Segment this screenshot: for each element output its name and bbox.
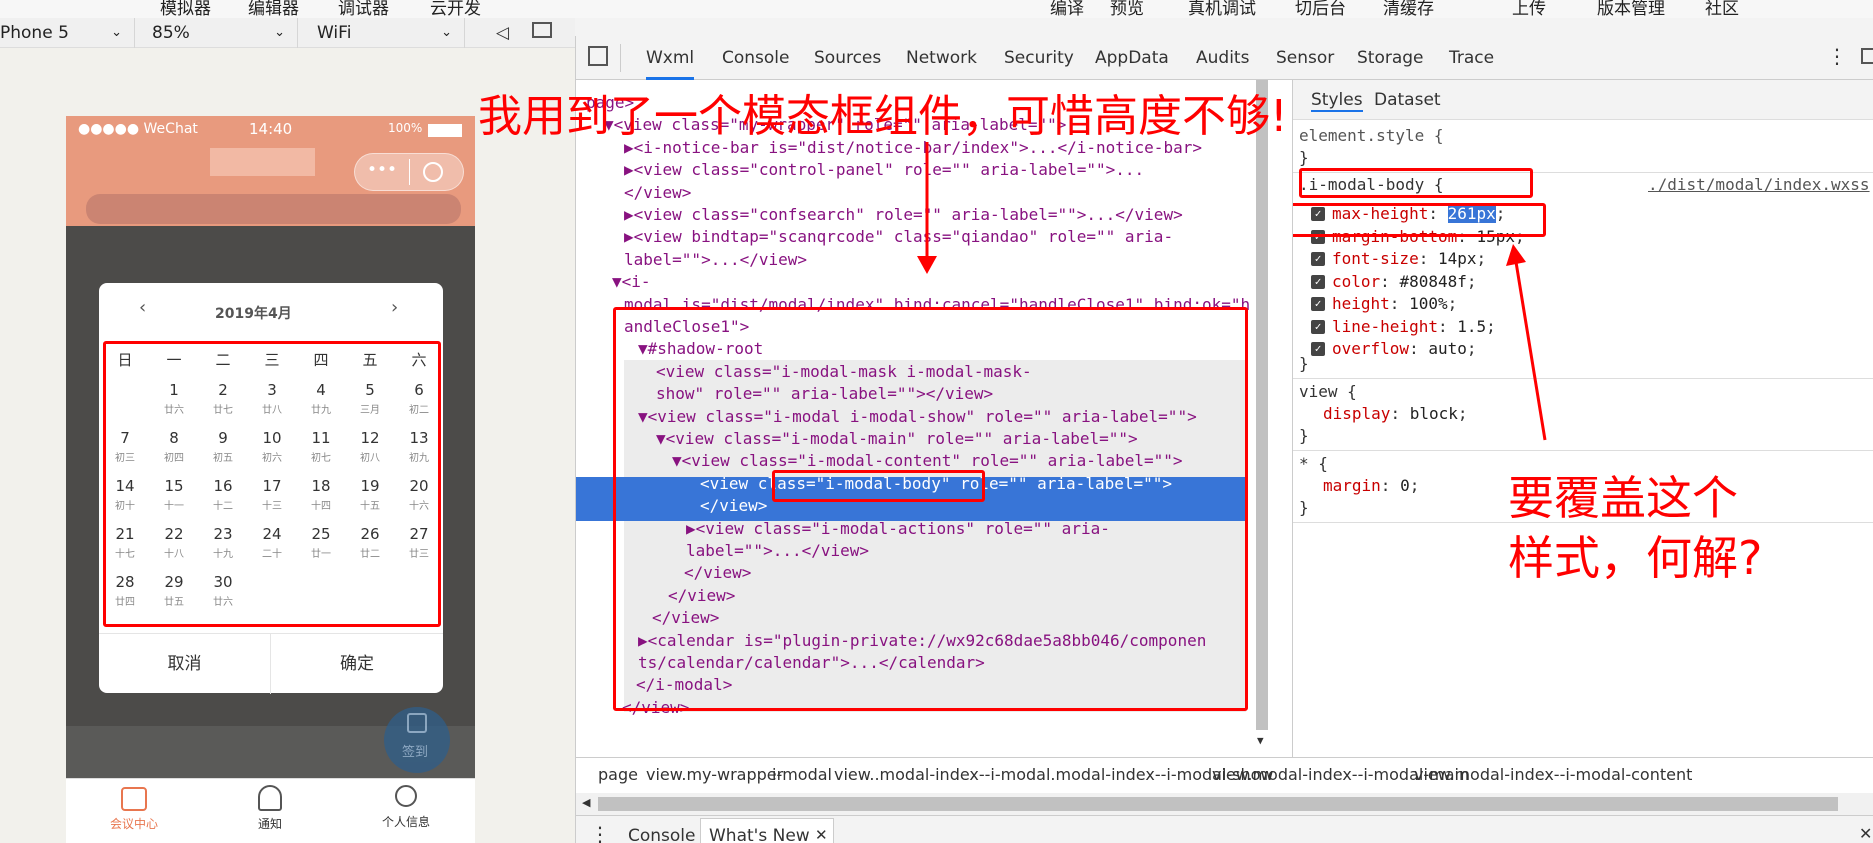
arrow-up-line	[1514, 261, 1547, 441]
arrow-down-head	[917, 256, 937, 274]
annotation-arrows	[917, 142, 1547, 441]
arrow-up-head	[1506, 244, 1526, 266]
